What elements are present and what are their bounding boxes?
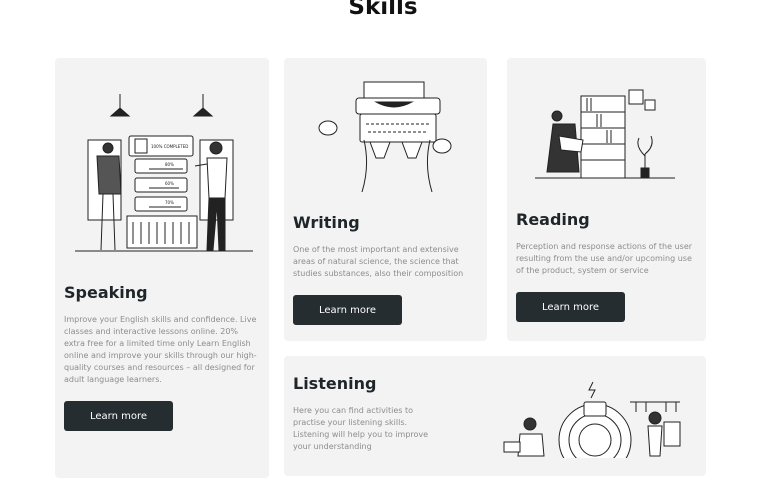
learn-more-button-writing[interactable]: Learn more: [293, 295, 402, 325]
listening-illustration: [503, 381, 681, 458]
card-description-reading: Perception and response actions of the u…: [516, 242, 693, 275]
learn-more-button-reading[interactable]: Learn more: [516, 292, 625, 322]
card-title-writing: Writing: [293, 213, 360, 232]
writing-illustration: [318, 81, 452, 192]
card-reading: Reading Perception and response actions …: [507, 58, 706, 341]
progress-bar-1-label: 80%: [165, 162, 174, 167]
card-title-listening: Listening: [293, 374, 377, 393]
progress-bar-2-label: 60%: [165, 181, 174, 186]
card-title-speaking: Speaking: [64, 283, 148, 302]
progress-title-label: 100% COMPLETED: [151, 144, 188, 149]
card-listening: Listening Here you can find activities t…: [284, 356, 706, 476]
page-title: Skills: [348, 0, 418, 20]
card-description-listening: Here you can find activities to practise…: [293, 406, 429, 451]
card-title-reading: Reading: [516, 210, 590, 229]
learn-more-button-speaking[interactable]: Learn more: [64, 401, 173, 431]
card-writing: Writing One of the most important and ex…: [284, 58, 487, 341]
card-description-writing: One of the most important and extensive …: [293, 245, 464, 278]
speaking-illustration: 100% COMPLETED 80% 60% 70%: [75, 94, 253, 252]
card-description-speaking: Improve your English skills and confiden…: [64, 315, 257, 384]
progress-bar-3-label: 70%: [165, 200, 174, 205]
card-speaking: 100% COMPLETED 80% 60% 70% Speaking Impr…: [55, 58, 269, 478]
reading-illustration: [535, 89, 675, 179]
